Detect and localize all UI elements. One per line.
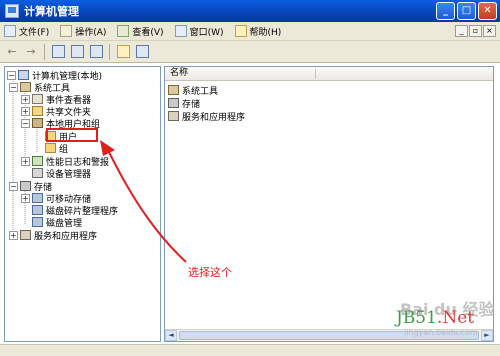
console-tree-icon: [51, 45, 65, 58]
minimize-button[interactable]: _: [436, 2, 455, 20]
tools-icon: [20, 82, 31, 92]
toolbar-separator: [109, 43, 110, 60]
tree-label-disk-management: 磁盘管理: [46, 218, 83, 229]
window-controls: _ □ ✕: [436, 2, 497, 20]
properties-icon: [89, 45, 103, 58]
toolbar-separator: [44, 43, 45, 60]
pane-icon: [135, 45, 149, 58]
menu-bar: 文件(F) 操作(A) 查看(V) 窗口(W) 帮助(H) _ ▫ ×: [0, 22, 500, 41]
computer-icon: [18, 70, 29, 80]
action-icon: [60, 25, 73, 37]
highlight-box: [46, 128, 98, 142]
status-bar: [0, 344, 500, 356]
expand-button[interactable]: +: [21, 156, 30, 166]
menu-window-label: 窗口(W): [189, 27, 224, 38]
menu-help[interactable]: 帮助(H): [231, 25, 289, 38]
show-hide-tree-button[interactable]: [69, 44, 85, 60]
up-level-button[interactable]: [50, 44, 66, 60]
show-action-pane-button[interactable]: [134, 44, 150, 60]
tree-item-root[interactable]: − 计算机管理(本地): [7, 69, 102, 82]
users-groups-icon: [32, 118, 43, 128]
folder-icon: [45, 143, 56, 153]
watermark: Bai du 经验 JB51.Net jingyan.baidu.com: [390, 296, 498, 344]
help-icon: [234, 25, 247, 37]
menu-action-label: 操作(A): [75, 27, 107, 38]
collapse-button[interactable]: −: [7, 70, 16, 80]
list-item[interactable]: 存储: [168, 97, 201, 110]
tree-item-disk-management[interactable]: 磁盘管理: [32, 216, 83, 229]
tree-item-removable-storage[interactable]: + 可移动存储: [21, 192, 91, 205]
expand-button[interactable]: +: [21, 94, 30, 104]
list-item[interactable]: 系统工具: [168, 84, 219, 97]
menu-file[interactable]: 文件(F): [0, 25, 56, 38]
menu-view-label: 查看(V): [132, 27, 164, 38]
tree-item-perf-logs[interactable]: + 性能日志和警报: [21, 155, 109, 168]
help-button[interactable]: [115, 44, 131, 60]
mdi-restore-button[interactable]: ▫: [469, 25, 482, 37]
collapse-button[interactable]: −: [9, 181, 18, 191]
tree-item-services-apps[interactable]: + 服务和应用程序: [9, 229, 98, 242]
mdi-minimize-button[interactable]: _: [455, 25, 468, 37]
services-icon: [20, 230, 31, 240]
back-button[interactable]: ←: [4, 44, 20, 60]
collapse-button[interactable]: −: [9, 82, 18, 92]
toolbar: ← →: [0, 41, 500, 63]
file-icon: [4, 25, 16, 37]
removable-storage-icon: [32, 193, 43, 203]
list-item-label: 存储: [182, 99, 201, 110]
title-bar: 计算机管理 _ □ ✕: [0, 0, 500, 22]
event-viewer-icon: [32, 94, 43, 104]
menu-window[interactable]: 窗口(W): [171, 25, 231, 38]
defrag-icon: [32, 205, 43, 215]
console-tree: − 计算机管理(本地) − 系统工具 + 事件查看器 + 共享文件夹 − 本地用…: [4, 66, 161, 342]
menu-action[interactable]: 操作(A): [56, 25, 113, 38]
shared-folder-icon: [32, 106, 43, 116]
help-icon: [116, 45, 130, 58]
list-item[interactable]: 服务和应用程序: [168, 110, 246, 123]
forward-button[interactable]: →: [23, 44, 39, 60]
computer-management-icon: [5, 4, 19, 18]
tree-label-services-apps: 服务和应用程序: [34, 231, 98, 242]
menu-help-label: 帮助(H): [249, 27, 282, 38]
maximize-button[interactable]: □: [457, 2, 476, 20]
watermark-jb51: JB51.Net: [396, 308, 475, 328]
storage-icon: [20, 181, 31, 191]
tree-item-defrag[interactable]: 磁盘碎片整理程序: [32, 204, 118, 217]
expand-button[interactable]: +: [21, 193, 30, 203]
tree-item-storage[interactable]: − 存储: [9, 180, 52, 193]
close-button[interactable]: ✕: [478, 2, 497, 20]
services-icon: [168, 111, 179, 121]
tree-item-system-tools[interactable]: − 系统工具: [9, 81, 70, 94]
list-item-label: 服务和应用程序: [182, 112, 246, 123]
column-header-name[interactable]: 名称: [165, 67, 493, 81]
tree-item-groups[interactable]: 组: [45, 142, 69, 155]
tree-item-device-manager[interactable]: 设备管理器: [32, 167, 92, 180]
collapse-button[interactable]: −: [21, 118, 30, 128]
tree-icon: [70, 45, 84, 58]
list-item-label: 系统工具: [182, 86, 219, 97]
view-icon: [117, 25, 130, 37]
menu-file-label: 文件(F): [19, 27, 50, 38]
expand-button[interactable]: +: [9, 230, 18, 240]
watermark-url: jingyan.baidu.com: [404, 328, 478, 337]
scroll-left-icon[interactable]: ◄: [165, 330, 177, 341]
tree-label-device-manager: 设备管理器: [46, 169, 92, 180]
device-manager-icon: [32, 168, 43, 178]
storage-icon: [168, 98, 179, 108]
tools-icon: [168, 85, 179, 95]
expand-button[interactable]: +: [21, 106, 30, 116]
menu-view[interactable]: 查看(V): [113, 25, 170, 38]
annotation-text: 选择这个: [188, 266, 232, 279]
performance-logs-icon: [32, 156, 43, 166]
tree-item-event-viewer[interactable]: + 事件查看器: [21, 93, 91, 106]
tree-label-groups: 组: [59, 144, 69, 155]
window-title: 计算机管理: [24, 5, 79, 18]
tree-item-shared-folders[interactable]: + 共享文件夹: [21, 105, 91, 118]
mdi-close-button[interactable]: ×: [483, 25, 496, 37]
mdi-controls: _ ▫ ×: [455, 25, 496, 37]
disk-management-icon: [32, 217, 43, 227]
window-icon: [174, 25, 187, 37]
properties-button[interactable]: [88, 44, 104, 60]
